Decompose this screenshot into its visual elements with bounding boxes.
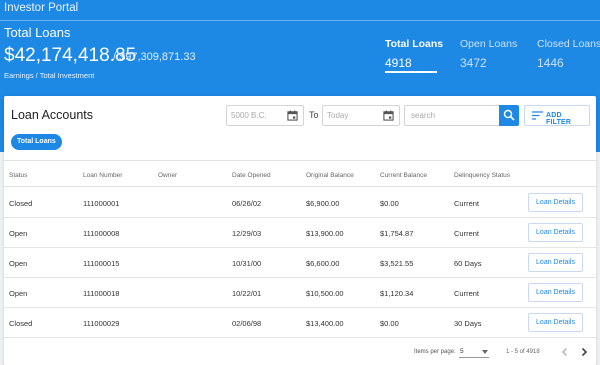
items-per-page-select[interactable]: 5 (459, 347, 489, 358)
cell-original-balance: $6,900.00 (306, 199, 340, 208)
search-icon (503, 109, 515, 121)
cell-original-balance: $10,500.00 (306, 289, 344, 298)
loan-details-button[interactable]: Loan Details (528, 313, 583, 332)
cell-date-opened: 02/06/98 (232, 319, 262, 328)
cell-current-balance: $0.00 (380, 199, 399, 208)
cell-delinquency: 60 Days (454, 259, 482, 268)
stat-label: Closed Loans (537, 38, 600, 50)
cell-date-opened: 12/29/03 (232, 229, 262, 238)
cell-original-balance: $13,400.00 (306, 319, 344, 328)
column-delinquency-status[interactable]: Delinquency Status (454, 172, 510, 179)
search-input[interactable]: search (404, 105, 500, 126)
filter-icon (532, 111, 543, 120)
cell-loan-number: 111000001 (83, 199, 120, 208)
cell-delinquency: Current (454, 229, 480, 238)
cell-original-balance: $6,600.00 (306, 259, 340, 268)
cell-date-opened: 10/22/01 (232, 289, 262, 298)
cell-delinquency: Current (454, 199, 480, 208)
cell-current-balance: $3,521.55 (380, 259, 414, 268)
add-filter-button[interactable]: ADD FILTER (524, 105, 590, 126)
stat-value: 4918 (385, 56, 412, 70)
from-date-input[interactable]: 5000 B.C. (226, 105, 304, 126)
table-row: Closed 111000029 02/06/98 $13,400.00 $0.… (4, 308, 596, 338)
stat-value: 1446 (537, 56, 564, 70)
add-filter-label: ADD FILTER (546, 112, 572, 126)
stat-open-loans[interactable]: Open Loans 3472 (460, 38, 517, 70)
chevron-left-icon[interactable] (558, 345, 572, 359)
items-per-page-value: 5 (460, 348, 464, 355)
active-stat-underline (385, 71, 437, 73)
cell-loan-number: 111000008 (83, 229, 120, 238)
to-label: To (309, 110, 319, 120)
cell-status: Open (9, 289, 28, 298)
cell-date-opened: 10/31/00 (232, 259, 262, 268)
app-title: Investor Portal (4, 2, 79, 14)
table-header: Status Loan Number Owner Date Opened Ori… (4, 160, 596, 187)
calendar-icon[interactable] (383, 110, 394, 121)
table-row: Open 111000015 10/31/00 $6,600.00 $3,521… (4, 248, 596, 278)
stat-total-loans[interactable]: Total Loans 4918 (385, 38, 443, 70)
cell-status: Closed (9, 319, 33, 328)
items-per-page-label: Items per page: (414, 349, 456, 355)
summary-label: Total Loans (4, 25, 71, 40)
column-current-balance[interactable]: Current Balance (380, 172, 427, 179)
column-loan-number[interactable]: Loan Number (83, 172, 122, 179)
calendar-icon[interactable] (287, 110, 298, 121)
to-date-placeholder: Today (327, 111, 349, 120)
column-date-opened[interactable]: Date Opened (232, 172, 271, 179)
total-investment-amount: / $97,309,871.33 (113, 51, 196, 63)
summary-caption: Earnings / Total Investment (4, 71, 95, 80)
to-date-input[interactable]: Today (322, 105, 400, 126)
search-placeholder: search (411, 111, 436, 120)
header-divider (0, 20, 600, 21)
loan-details-button[interactable]: Loan Details (528, 223, 583, 242)
cell-loan-number: 111000029 (83, 319, 120, 328)
pagination-footer: Items per page: 5 1 - 5 of 4918 (4, 341, 596, 365)
cell-status: Open (9, 259, 28, 268)
search-button[interactable] (499, 105, 519, 126)
stat-label: Open Loans (460, 38, 518, 50)
loan-details-button[interactable]: Loan Details (528, 283, 583, 302)
total-loans-chip[interactable]: Total Loans (11, 134, 62, 150)
cell-loan-number: 111000015 (83, 259, 120, 268)
loan-details-button[interactable]: Loan Details (528, 193, 583, 212)
cell-current-balance: $1,754.87 (380, 229, 414, 238)
cell-date-opened: 06/26/02 (232, 199, 262, 208)
cell-delinquency: 30 Days (454, 319, 482, 328)
stat-value: 3472 (460, 56, 487, 70)
card-title: Loan Accounts (11, 108, 94, 122)
column-status[interactable]: Status (9, 172, 27, 179)
column-original-balance[interactable]: Original Balance (306, 172, 354, 179)
table-row: Open 111000018 10/22/01 $10,500.00 $1,12… (4, 278, 596, 308)
table-row: Open 111000008 12/29/03 $13,900.00 $1,75… (4, 218, 596, 248)
cell-delinquency: Current (454, 289, 480, 298)
chevron-right-icon[interactable] (577, 345, 591, 359)
cell-loan-number: 111000018 (83, 289, 120, 298)
stat-closed-loans[interactable]: Closed Loans 1446 (537, 38, 600, 70)
cell-current-balance: $0.00 (380, 319, 399, 328)
cell-status: Closed (9, 199, 33, 208)
cell-status: Open (9, 229, 28, 238)
loan-details-button[interactable]: Loan Details (528, 253, 583, 272)
column-owner[interactable]: Owner (158, 172, 177, 179)
dropdown-arrow-icon (482, 350, 488, 354)
cell-current-balance: $1,120.34 (380, 289, 414, 298)
cell-original-balance: $13,900.00 (306, 229, 344, 238)
pagination-range: 1 - 5 of 4918 (506, 349, 540, 355)
table-row: Closed 111000001 06/26/02 $6,900.00 $0.0… (4, 188, 596, 218)
stat-label: Total Loans (385, 38, 444, 50)
from-date-placeholder: 5000 B.C. (231, 111, 267, 120)
loan-accounts-card: Loan Accounts 5000 B.C. To Today search (4, 96, 596, 365)
